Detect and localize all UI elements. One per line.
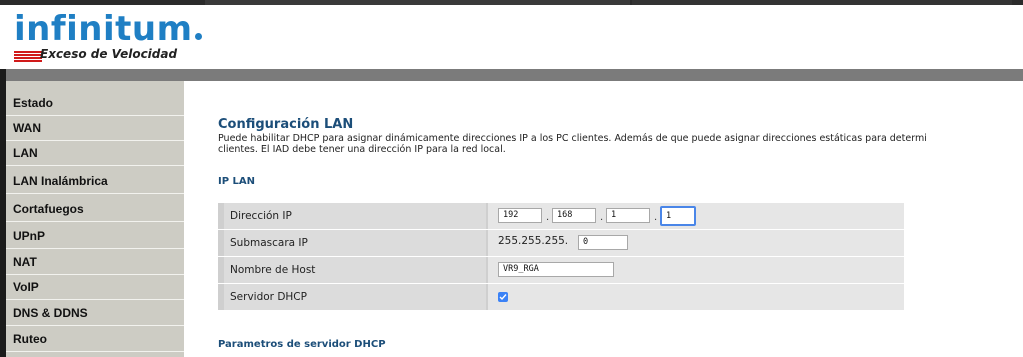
sidebar-item-voip[interactable]: VoIP xyxy=(6,275,184,300)
dhcp-value-cell xyxy=(488,284,904,310)
logo-text: infinitum xyxy=(14,9,202,49)
main-content: Configuración LAN Puede habilitar DHCP p… xyxy=(184,81,1023,357)
mask-value-cell: 255.255.255. 0 xyxy=(488,230,904,256)
header-divider-bar xyxy=(6,69,1023,81)
table-row-mask: Submascara IP 255.255.255. 0 xyxy=(218,230,904,256)
sidebar-item-upnp[interactable]: UPnP xyxy=(6,224,184,249)
checkmark-icon xyxy=(499,294,507,301)
ip-octet-3-input[interactable]: 1 xyxy=(606,208,650,223)
page-title: Configuración LAN xyxy=(218,117,354,132)
table-row-ip: Dirección IP 192 . 168 . 1 . 1 xyxy=(218,203,904,229)
mask-label: Submascara IP xyxy=(224,230,486,256)
sidebar-item-lan-inalambrica[interactable]: LAN Inalámbrica xyxy=(6,169,184,194)
octet-separator: . xyxy=(654,212,658,223)
sidebar-item-ruteo[interactable]: Ruteo xyxy=(6,327,184,352)
table-row-dhcp: Servidor DHCP xyxy=(218,284,904,310)
description-line: clientes. El IAD debe tener una direcció… xyxy=(218,143,506,155)
section-heading-dhcp-params: Parametros de servidor DHCP xyxy=(218,339,386,350)
sidebar-item-lan[interactable]: LAN xyxy=(6,141,184,166)
hostname-input[interactable]: VR9_RGA xyxy=(498,262,614,277)
ip-label: Dirección IP xyxy=(224,203,486,229)
ip-octet-4-input[interactable]: 1 xyxy=(660,206,696,226)
table-row-hostname: Nombre de Host VR9_RGA xyxy=(218,257,904,283)
hostname-value-cell: VR9_RGA xyxy=(488,257,904,283)
octet-separator: . xyxy=(546,212,550,223)
sidebar-item-cortafuegos[interactable]: Cortafuegos xyxy=(6,197,184,222)
octet-separator: . xyxy=(600,212,604,223)
sidebar-item-estado[interactable]: Estado xyxy=(6,91,184,116)
section-heading-ip-lan: IP LAN xyxy=(218,176,256,187)
mask-octet-input[interactable]: 0 xyxy=(578,235,628,250)
header: infinitum Exceso de Velocidad xyxy=(0,5,1023,69)
description-line: Puede habilitar DHCP para asignar dinámi… xyxy=(218,133,927,144)
infinitum-logo: infinitum Exceso de Velocidad xyxy=(14,9,204,65)
ip-octet-2-input[interactable]: 168 xyxy=(552,208,596,223)
dhcp-label: Servidor DHCP xyxy=(224,284,486,310)
page-description: Puede habilitar DHCP para asignar dinámi… xyxy=(218,133,1023,155)
dhcp-server-checkbox[interactable] xyxy=(498,292,508,302)
sidebar-item-wan[interactable]: WAN xyxy=(6,116,184,141)
mask-prefix: 255.255.255. xyxy=(498,235,569,247)
logo-stripes xyxy=(14,51,42,63)
sidebar-item-nat[interactable]: NAT xyxy=(6,250,184,275)
sidebar-item-dns-ddns[interactable]: DNS & DDNS xyxy=(6,301,184,326)
sidebar: Estado WAN LAN LAN Inalámbrica Cortafueg… xyxy=(6,81,184,357)
ip-value-cell: 192 . 168 . 1 . 1 xyxy=(488,203,904,229)
hostname-label: Nombre de Host xyxy=(224,257,486,283)
ip-octet-1-input[interactable]: 192 xyxy=(498,208,542,223)
logo-tagline: Exceso de Velocidad xyxy=(40,47,178,61)
